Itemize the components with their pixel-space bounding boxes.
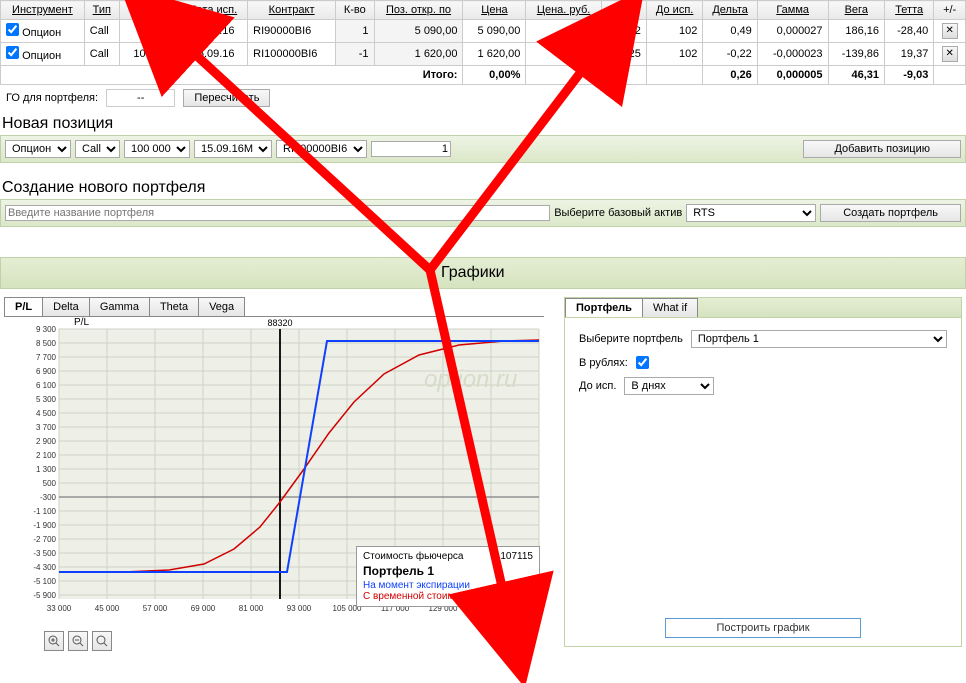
go-label: ГО для портфеля: (6, 92, 98, 104)
newpos-instrument-select[interactable]: Опцион (5, 140, 71, 158)
col-strike[interactable]: Страйк (119, 1, 178, 20)
col-open[interactable]: Поз. откр. по (374, 1, 463, 20)
svg-text:2 100: 2 100 (36, 451, 57, 460)
col-type[interactable]: Тип (84, 1, 119, 20)
newpos-contract-select[interactable]: RI100000BI6 (276, 140, 367, 158)
svg-text:45 000: 45 000 (95, 604, 120, 613)
svg-text:3 700: 3 700 (36, 423, 57, 432)
col-gamma[interactable]: Гамма (757, 1, 828, 20)
new-position-bar: Опцион Call 100 000 15.09.16M RI100000BI… (0, 135, 966, 163)
portfolio-name-input[interactable] (5, 205, 550, 221)
col-rub[interactable]: Цена. руб. (526, 1, 601, 20)
row-checkbox[interactable] (6, 23, 19, 36)
svg-text:5 300: 5 300 (36, 395, 57, 404)
svg-text:-1 900: -1 900 (33, 521, 56, 530)
toexp-label: До исп. (579, 380, 616, 392)
row-checkbox[interactable] (6, 46, 19, 59)
svg-text:6 100: 6 100 (36, 381, 57, 390)
create-portfolio-bar: Выберите базовый актив RTS Создать портф… (0, 199, 966, 227)
newpos-type-select[interactable]: Call (75, 140, 120, 158)
svg-text:1 300: 1 300 (36, 465, 57, 474)
col-theta[interactable]: Тетта (885, 1, 934, 20)
row-delete-button[interactable]: ✕ (942, 23, 958, 39)
pl-chart[interactable]: P/L 88320 option.ru (4, 317, 544, 627)
positions-table: Инструмент Тип Страйк Дата исп. Контракт… (0, 0, 966, 85)
svg-text:-300: -300 (40, 493, 57, 502)
svg-text:88320: 88320 (267, 318, 292, 328)
zoom-in-button[interactable] (44, 631, 64, 651)
add-position-button[interactable]: Добавить позицию (803, 140, 961, 158)
new-position-title: Новая позиция (0, 111, 966, 135)
col-qty[interactable]: К-во (336, 1, 374, 20)
svg-text:-1 100: -1 100 (33, 507, 56, 516)
build-chart-button[interactable]: Построить график (665, 618, 860, 638)
col-instrument[interactable]: Инструмент (1, 1, 85, 20)
svg-text:-2 700: -2 700 (33, 535, 56, 544)
col-delta[interactable]: Дельта (703, 1, 757, 20)
svg-text:7 700: 7 700 (36, 353, 57, 362)
newpos-qty-input[interactable] (371, 141, 451, 157)
col-pm[interactable]: +/- (934, 1, 966, 20)
table-row: Опцион Call 100 000 15.09.16 RI100000BI6… (1, 43, 966, 66)
col-toexp[interactable]: До исп. (646, 1, 703, 20)
tab-delta[interactable]: Delta (43, 297, 90, 316)
svg-text:-5 900: -5 900 (33, 591, 56, 600)
tab-portfolio[interactable]: Портфель (565, 298, 643, 317)
rubles-label: В рублях: (579, 357, 628, 369)
portfolio-select[interactable]: Портфель 1 (691, 330, 947, 348)
go-value: -- (106, 89, 175, 107)
totals-row: Итого: 0,00% 0,26 0,000005 46,31 -9,03 (1, 66, 966, 85)
svg-text:33 000: 33 000 (47, 604, 72, 613)
table-row: Опцион Call 90 000 15.09.16 RI90000BI6 1… (1, 20, 966, 43)
graphs-header: Графики (0, 257, 966, 289)
row-delete-button[interactable]: ✕ (942, 46, 958, 62)
rubles-checkbox[interactable] (636, 356, 649, 369)
newpos-strike-select[interactable]: 100 000 (124, 140, 190, 158)
tab-gamma[interactable]: Gamma (90, 297, 150, 316)
recalc-button[interactable]: Пересчитать (183, 89, 270, 107)
svg-text:-3 500: -3 500 (33, 549, 56, 558)
tab-vega[interactable]: Vega (199, 297, 245, 316)
zoom-reset-button[interactable] (92, 631, 112, 651)
col-contract[interactable]: Контракт (248, 1, 336, 20)
pl-axis-label: P/L (74, 317, 89, 328)
chart-tabs: P/L Delta Gamma Theta Vega (4, 297, 544, 317)
newpos-exp-select[interactable]: 15.09.16M (194, 140, 272, 158)
col-price[interactable]: Цена (463, 1, 526, 20)
create-portfolio-title: Создание нового портфеля (0, 175, 966, 199)
tab-whatif[interactable]: What if (643, 298, 698, 317)
base-asset-label: Выберите базовый актив (554, 207, 682, 219)
svg-text:500: 500 (43, 479, 57, 488)
svg-text:8 500: 8 500 (36, 339, 57, 348)
svg-text:81 000: 81 000 (239, 604, 264, 613)
col-iv[interactable]: IV. % (601, 1, 646, 20)
tab-pl[interactable]: P/L (4, 297, 43, 316)
chart-tooltip: Стоимость фьючерса107115 Портфель 1 На м… (356, 546, 540, 607)
col-vega[interactable]: Вега (828, 1, 884, 20)
base-asset-select[interactable]: RTS (686, 204, 816, 222)
create-portfolio-button[interactable]: Создать портфель (820, 204, 961, 222)
svg-text:69 000: 69 000 (191, 604, 216, 613)
col-exp[interactable]: Дата исп. (179, 1, 248, 20)
tab-theta[interactable]: Theta (150, 297, 199, 316)
select-portfolio-label: Выберите портфель (579, 333, 683, 345)
svg-text:93 000: 93 000 (287, 604, 312, 613)
svg-text:-5 100: -5 100 (33, 577, 56, 586)
svg-text:6 900: 6 900 (36, 367, 57, 376)
zoom-out-button[interactable] (68, 631, 88, 651)
svg-text:4 500: 4 500 (36, 409, 57, 418)
svg-text:9 300: 9 300 (36, 325, 57, 334)
svg-text:2 900: 2 900 (36, 437, 57, 446)
svg-text:-4 300: -4 300 (33, 563, 56, 572)
svg-text:option.ru: option.ru (424, 366, 517, 393)
svg-text:57 000: 57 000 (143, 604, 168, 613)
toexp-select[interactable]: В днях (624, 377, 714, 395)
